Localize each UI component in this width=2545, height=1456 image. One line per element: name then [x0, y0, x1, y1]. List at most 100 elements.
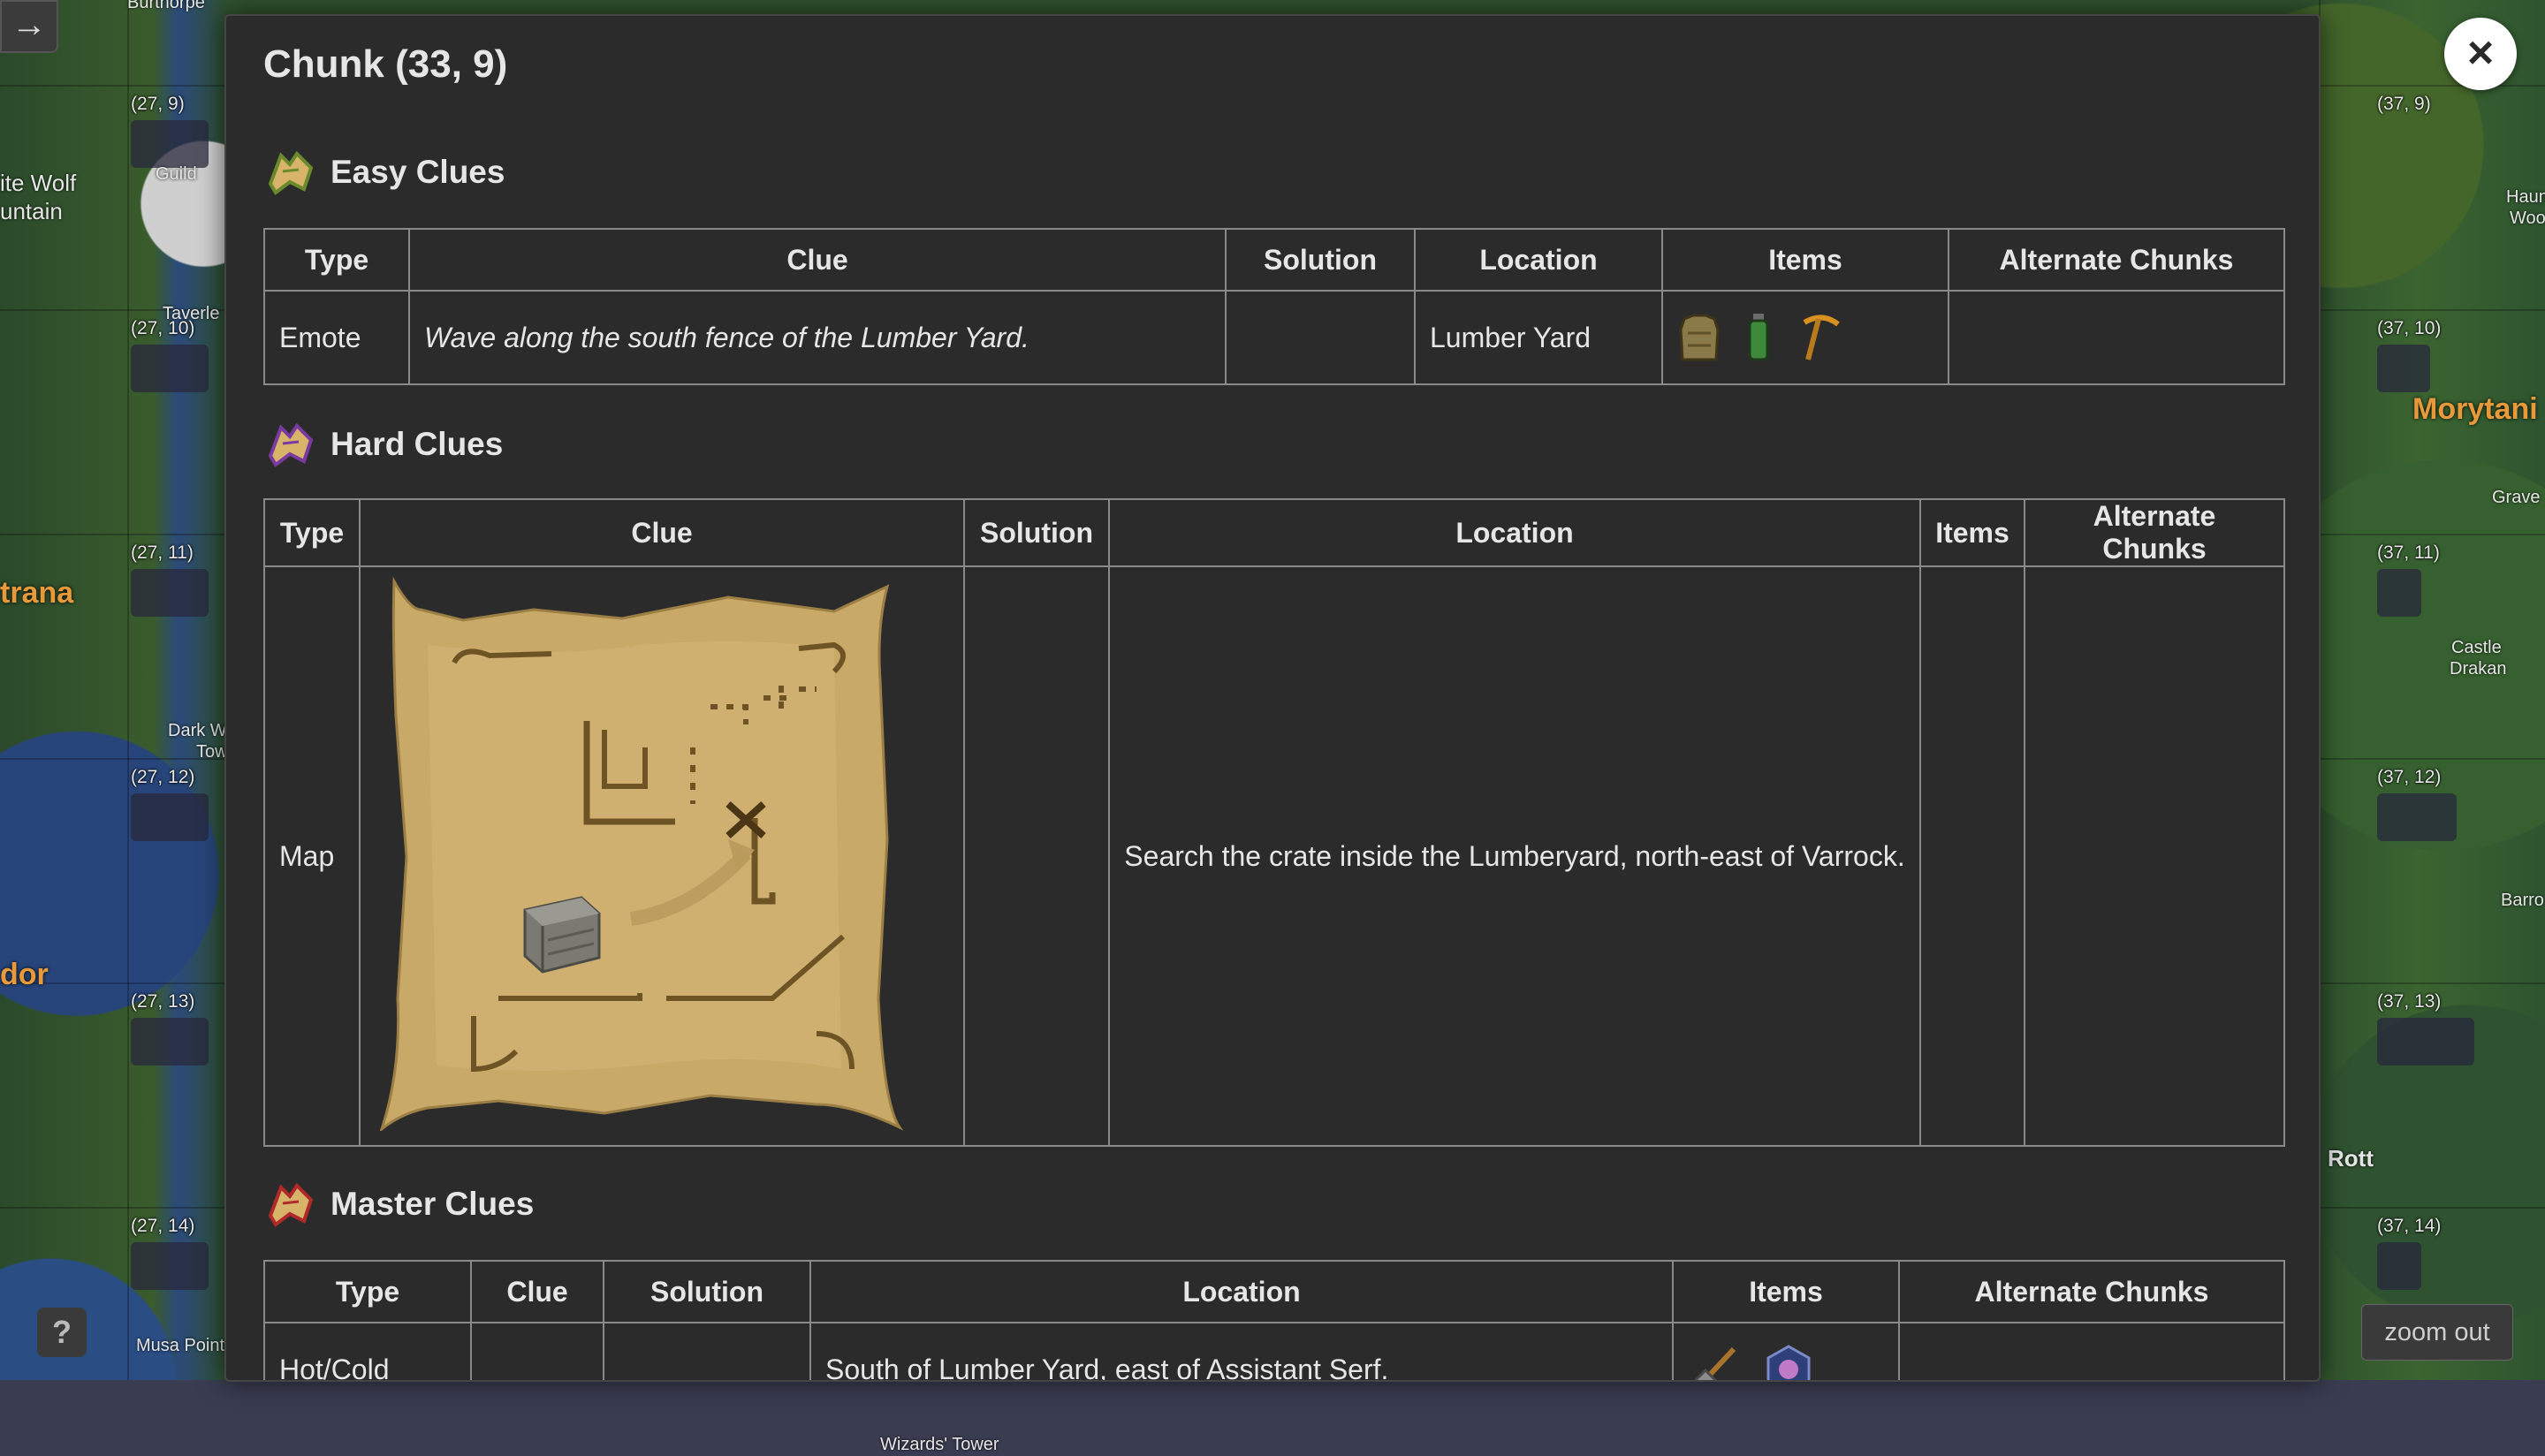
hard-clues-header: Hard Clues	[263, 417, 503, 472]
alternate-chunks	[1948, 290, 2285, 385]
chunk-clue-badge	[2377, 569, 2421, 617]
chunk-clue-badge	[131, 345, 209, 392]
column-header: Alternate Chunks	[2024, 498, 2285, 567]
master-clues-header: Master Clues	[263, 1177, 534, 1232]
chunk-label[interactable]: (27, 14)	[131, 1216, 194, 1237]
bottom-map-strip: Wizards' Tower	[0, 1380, 2545, 1456]
place-label: Drakan	[2450, 659, 2507, 679]
place-label: untain	[0, 198, 63, 224]
chunk-clue-badge	[2377, 793, 2457, 841]
clue-items	[1919, 565, 2025, 1147]
chunk-label[interactable]: (27, 9)	[131, 94, 185, 115]
section-title: Easy Clues	[330, 154, 505, 190]
column-header: Alternate Chunks	[1948, 228, 2285, 292]
column-header: Solution	[963, 498, 1110, 567]
clue-location: Search the crate inside the Lumberyard, …	[1108, 565, 1921, 1147]
column-header: Clue	[470, 1260, 604, 1323]
place-label: Rott	[2328, 1145, 2374, 1172]
expand-arrow-button[interactable]: →	[0, 0, 58, 53]
map-grid-line	[127, 0, 129, 1456]
region-label: dor	[0, 958, 49, 991]
alternate-chunks	[1898, 1322, 2285, 1380]
column-header: Clue	[359, 498, 965, 567]
modal-title: Chunk (33, 9)	[263, 42, 508, 86]
easy-clue-scroll-icon	[268, 150, 314, 195]
zoom-out-button[interactable]: zoom out	[2361, 1304, 2513, 1361]
column-header: Clue	[408, 228, 1227, 292]
chunk-clue-badge	[131, 569, 209, 617]
column-header: Type	[263, 1260, 472, 1323]
clue-items	[1661, 290, 1949, 385]
crate-icon	[523, 896, 601, 974]
chunk-clue-badge	[2377, 1242, 2421, 1290]
chunk-label[interactable]: (37, 13)	[2377, 991, 2441, 1012]
clue-map-cell	[359, 565, 965, 1147]
column-header: Type	[263, 228, 410, 292]
chunk-clue-badge	[131, 120, 209, 168]
chunk-label[interactable]: (27, 13)	[131, 991, 194, 1012]
chunk-label[interactable]: (37, 9)	[2377, 94, 2431, 115]
section-title: Hard Clues	[330, 426, 504, 462]
place-label: Grave	[2492, 488, 2541, 507]
master-clue-scroll-icon	[268, 1182, 314, 1227]
close-button[interactable]: ×	[2444, 18, 2517, 90]
column-header: Location	[809, 1260, 1674, 1323]
chunk-info-modal: Chunk (33, 9) Easy Clues Type Clue Solut…	[224, 14, 2321, 1382]
column-header: Type	[263, 498, 361, 567]
clue-solution	[603, 1322, 811, 1380]
clue-items	[1672, 1322, 1900, 1382]
treasure-map-icon	[379, 576, 904, 1134]
chunk-label[interactable]: (27, 12)	[131, 767, 194, 788]
easy-clues-header: Easy Clues	[263, 145, 505, 200]
spade-icon[interactable]	[1688, 1344, 1741, 1382]
column-header: Solution	[603, 1260, 811, 1323]
column-header: Items	[1672, 1260, 1900, 1323]
chunk-label[interactable]: (27, 11)	[131, 542, 194, 564]
place-label: Musa Point	[136, 1336, 225, 1355]
section-title: Master Clues	[330, 1186, 535, 1222]
chunk-clue-badge	[131, 793, 209, 841]
hard-clues-table: Type Clue Solution Location Items Altern…	[263, 498, 2285, 1147]
clue-location: South of Lumber Yard, east of Assistant …	[809, 1322, 1674, 1380]
column-header: Solution	[1225, 228, 1416, 292]
clue-type: Emote	[263, 290, 410, 385]
region-label: Morytani	[2412, 392, 2538, 426]
help-button[interactable]: ?	[37, 1308, 87, 1357]
place-label: Tow	[196, 742, 228, 762]
place-label: Taverle	[163, 304, 220, 323]
strange-device-icon[interactable]	[1765, 1344, 1812, 1382]
clue-location: Lumber Yard	[1414, 290, 1663, 385]
place-label: Haun	[2506, 187, 2545, 207]
leather-body-icon[interactable]	[1677, 312, 1721, 363]
chunk-clue-badge	[2377, 345, 2430, 392]
chunk-clue-badge	[2377, 1018, 2474, 1065]
region-label: trana	[0, 576, 74, 610]
clue-solution	[963, 565, 1110, 1147]
table-row: Emote Wave along the south fence of the …	[263, 290, 2285, 385]
column-header: Items	[1919, 498, 2025, 567]
clue-text	[470, 1322, 604, 1380]
column-header: Items	[1661, 228, 1949, 292]
easy-clues-table: Type Clue Solution Location Items Altern…	[263, 228, 2285, 385]
chunk-clue-badge	[131, 1242, 209, 1290]
column-header: Alternate Chunks	[1898, 1260, 2285, 1323]
clue-type: Map	[263, 565, 361, 1147]
place-label: Dark W	[168, 721, 227, 740]
place-label: Woo	[2510, 209, 2545, 228]
table-row: Map Search the crate inside the Lumberya…	[263, 565, 2285, 1147]
pickaxe-icon[interactable]	[1796, 312, 1842, 363]
green-vial-icon[interactable]	[1745, 312, 1772, 363]
clue-text: Wave along the south fence of the Lumber…	[408, 290, 1227, 385]
hard-clue-scroll-icon	[268, 422, 314, 467]
chunk-label[interactable]: (37, 14)	[2377, 1216, 2441, 1237]
chunk-label[interactable]: (37, 11)	[2377, 542, 2440, 564]
column-header: Location	[1414, 228, 1663, 292]
chunk-label[interactable]: (37, 12)	[2377, 767, 2441, 788]
clue-solution	[1225, 290, 1416, 385]
chunk-label[interactable]: (37, 10)	[2377, 318, 2441, 339]
place-label: Wizards' Tower	[880, 1435, 999, 1454]
place-label: Burthorpe	[127, 0, 205, 12]
place-label: Barro	[2501, 891, 2544, 910]
place-label: Castle	[2451, 638, 2502, 657]
place-label: Guild	[156, 164, 197, 184]
